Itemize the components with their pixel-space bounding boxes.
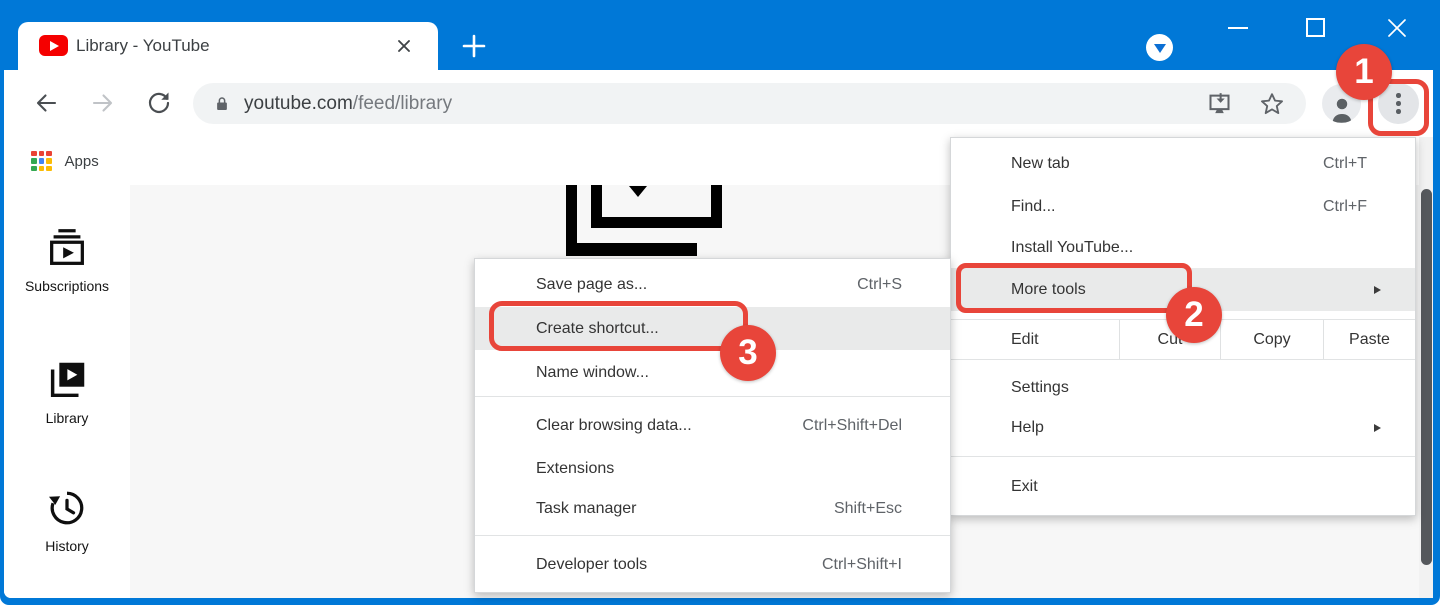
sidebar-item-history[interactable]: History <box>4 485 130 554</box>
annotation-step-2: 2 <box>1166 287 1222 343</box>
menu-item-label: Save page as... <box>536 276 647 294</box>
menu-item-label: Extensions <box>536 460 614 478</box>
submenu-item-save-page-as[interactable]: Save page as... Ctrl+S <box>475 263 950 307</box>
apps-label: Apps <box>65 153 99 170</box>
menu-item-label: Name window... <box>536 364 649 382</box>
dropdown-circle-icon[interactable] <box>1146 34 1173 61</box>
menu-item-shortcut: Ctrl+Shift+I <box>822 556 930 574</box>
new-tab-button[interactable] <box>458 30 490 62</box>
back-button[interactable] <box>32 89 60 117</box>
menu-item-label: Create shortcut... <box>536 320 659 338</box>
library-icon <box>44 357 90 403</box>
menu-item-label: Developer tools <box>536 556 647 574</box>
apps-grid-icon <box>31 151 52 172</box>
menu-item-label: Find... <box>1011 198 1055 216</box>
sidebar-item-library[interactable]: Library <box>4 357 130 426</box>
menu-item-label: Task manager <box>536 500 637 518</box>
menu-item-label: More tools <box>1011 281 1086 299</box>
menu-edit-label: Edit <box>951 320 1119 359</box>
annotation-step-1: 1 <box>1336 44 1392 100</box>
subscriptions-icon <box>44 225 90 271</box>
address-bar[interactable]: youtube.com/feed/library <box>193 83 1306 124</box>
forward-button[interactable] <box>89 89 117 117</box>
menu-item-shortcut: Shift+Esc <box>834 500 930 518</box>
youtube-sidebar: Subscriptions Library History <box>4 185 130 598</box>
submenu-arrow-icon <box>1374 286 1381 294</box>
menu-item-find[interactable]: Find... Ctrl+F <box>951 186 1415 228</box>
window-close-button[interactable] <box>1386 17 1408 39</box>
apps-shortcut[interactable]: Apps <box>31 151 99 172</box>
submenu-item-name-window[interactable]: Name window... <box>475 350 950 396</box>
minimize-button[interactable] <box>1228 27 1248 29</box>
menu-item-label: New tab <box>1011 155 1070 173</box>
annotation-step-3: 3 <box>720 325 776 381</box>
menu-item-label: Exit <box>1011 478 1038 496</box>
submenu-item-task-manager[interactable]: Task manager Shift+Esc <box>475 489 950 529</box>
maximize-button[interactable] <box>1306 18 1325 37</box>
menu-item-shortcut: Ctrl+Shift+Del <box>802 417 930 435</box>
menu-item-exit[interactable]: Exit <box>951 465 1415 509</box>
browser-window: Library - YouTube <box>0 0 1440 605</box>
menu-item-shortcut: Ctrl+F <box>1323 198 1395 216</box>
tab-title: Library - YouTube <box>76 22 210 70</box>
person-icon <box>1327 95 1357 123</box>
sidebar-label: Subscriptions <box>25 278 109 294</box>
sidebar-label: History <box>45 538 89 554</box>
submenu-item-clear-browsing-data[interactable]: Clear browsing data... Ctrl+Shift+Del <box>475 403 950 449</box>
reload-button[interactable] <box>145 89 173 117</box>
submenu-arrow-icon <box>1374 424 1381 432</box>
scrollbar-thumb[interactable] <box>1421 189 1432 565</box>
install-app-icon[interactable] <box>1206 90 1233 117</box>
page-scrollbar <box>1419 137 1433 598</box>
bookmark-star-icon[interactable] <box>1258 90 1286 118</box>
menu-item-label: Install YouTube... <box>1011 239 1133 257</box>
menu-item-help[interactable]: Help <box>951 408 1415 448</box>
url-text: youtube.com/feed/library <box>244 93 452 115</box>
sidebar-item-subscriptions[interactable]: Subscriptions <box>4 225 130 294</box>
menu-item-label: Settings <box>1011 379 1069 397</box>
youtube-favicon-icon <box>39 35 68 56</box>
tab-close-button[interactable] <box>392 34 416 58</box>
menu-item-label: Clear browsing data... <box>536 417 692 435</box>
menu-item-settings[interactable]: Settings <box>951 368 1415 408</box>
submenu-item-create-shortcut[interactable]: Create shortcut... <box>475 307 950 350</box>
history-icon <box>44 485 90 531</box>
menu-item-shortcut: Ctrl+T <box>1323 155 1395 173</box>
menu-item-new-tab[interactable]: New tab Ctrl+T <box>951 142 1415 186</box>
browser-toolbar: youtube.com/feed/library <box>4 70 1433 137</box>
menu-item-install-youtube[interactable]: Install YouTube... <box>951 228 1415 268</box>
plus-icon <box>460 32 488 60</box>
sidebar-label: Library <box>46 410 89 426</box>
browser-tab[interactable]: Library - YouTube <box>18 22 438 70</box>
more-tools-submenu: Save page as... Ctrl+S Create shortcut..… <box>474 258 951 593</box>
menu-item-copy[interactable]: Copy <box>1220 320 1323 359</box>
menu-item-label: Help <box>1011 419 1044 437</box>
submenu-item-extensions[interactable]: Extensions <box>475 449 950 489</box>
submenu-item-developer-tools[interactable]: Developer tools Ctrl+Shift+I <box>475 542 950 588</box>
title-bar: Library - YouTube <box>0 0 1440 70</box>
menu-item-paste[interactable]: Paste <box>1323 320 1415 359</box>
lock-icon <box>213 94 231 114</box>
menu-item-shortcut: Ctrl+S <box>857 276 930 294</box>
